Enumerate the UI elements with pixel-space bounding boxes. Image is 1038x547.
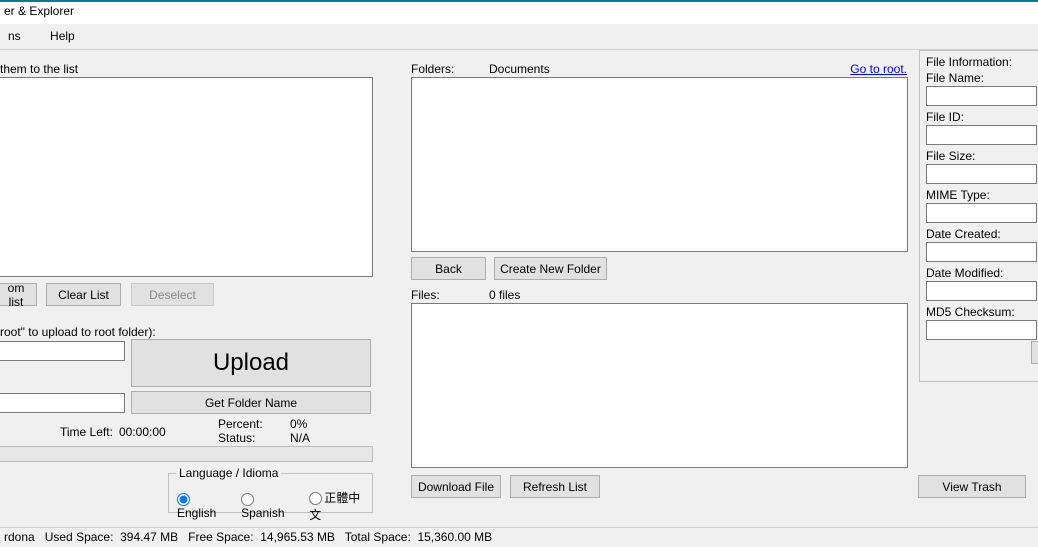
deselect-button[interactable]: Deselect (131, 283, 214, 306)
folders-path: Documents (489, 62, 550, 76)
time-left-value: 00:00:00 (119, 425, 166, 439)
time-left-label: Time Left: (60, 425, 113, 439)
upload-button[interactable]: Upload (131, 339, 371, 387)
md5-value[interactable] (926, 320, 1037, 340)
files-label: Files: (411, 288, 440, 302)
date-modified-label: Date Modified: (926, 266, 1038, 280)
download-file-button[interactable]: Download File (411, 475, 501, 498)
lang-spanish-radio[interactable]: Spanish (241, 492, 299, 520)
status-label: Status: (218, 431, 255, 445)
status-total-label: Total Space: (345, 530, 411, 544)
percent-value: 0% (290, 417, 307, 431)
unknown-right-button[interactable] (1031, 341, 1038, 364)
folders-list[interactable] (411, 77, 908, 252)
clear-list-button[interactable]: Clear List (46, 283, 121, 306)
status-used-label: Used Space: (45, 530, 114, 544)
mime-type-value[interactable] (926, 203, 1037, 223)
file-id-label: File ID: (926, 110, 1038, 124)
language-group-label: Language / Idioma (176, 466, 281, 480)
title-bar: er & Explorer (0, 2, 1038, 24)
file-name-label: File Name: (926, 71, 1038, 85)
folder-id-input[interactable] (0, 341, 125, 361)
file-id-value[interactable] (926, 125, 1037, 145)
status-free-label: Free Space: (188, 530, 253, 544)
folders-label: Folders: (411, 62, 454, 76)
date-created-value[interactable] (926, 242, 1037, 262)
percent-label: Percent: (218, 417, 263, 431)
status-value: N/A (290, 431, 310, 445)
go-to-root-link[interactable]: Go to root. (850, 62, 907, 76)
status-used-value: 394.47 MB (120, 530, 178, 544)
file-list[interactable] (0, 77, 373, 277)
md5-label: MD5 Checksum: (926, 305, 1038, 319)
get-folder-name-button[interactable]: Get Folder Name (131, 391, 371, 414)
status-free-value: 14,965.53 MB (260, 530, 335, 544)
file-info-header: File Information: (926, 55, 1038, 69)
drop-hint: them to the list (0, 62, 380, 76)
menu-bar: ns Help (0, 24, 1038, 50)
menu-item-help[interactable]: Help (42, 25, 83, 47)
status-total-value: 15,360.00 MB (417, 530, 492, 544)
back-button[interactable]: Back (411, 257, 486, 280)
upload-hint-label: root" to upload to root folder): (0, 325, 156, 339)
file-info-panel: File Information: File Name: File ID: Fi… (919, 50, 1038, 382)
files-count: 0 files (489, 288, 520, 302)
date-modified-value[interactable] (926, 281, 1037, 301)
file-size-value[interactable] (926, 164, 1037, 184)
status-author: rdona (4, 530, 35, 544)
file-size-label: File Size: (926, 149, 1038, 163)
date-created-label: Date Created: (926, 227, 1038, 241)
folder-name-output[interactable] (0, 393, 125, 413)
window-title: er & Explorer (4, 4, 74, 18)
mime-type-label: MIME Type: (926, 188, 1038, 202)
view-trash-button[interactable]: View Trash (918, 475, 1026, 498)
lang-zh-radio[interactable]: 正體中文 (309, 489, 372, 523)
file-name-value[interactable] (926, 86, 1037, 106)
upload-progress-bar (0, 446, 373, 462)
files-list[interactable] (411, 303, 908, 468)
remove-from-list-button[interactable]: om list (0, 283, 37, 306)
menu-item-1[interactable]: ns (0, 25, 29, 47)
create-new-folder-button[interactable]: Create New Folder (494, 257, 607, 280)
language-groupbox: Language / Idioma English Spanish 正體中文 (168, 473, 373, 513)
lang-english-radio[interactable]: English (177, 492, 231, 520)
status-bar: rdona Used Space: 394.47 MB Free Space: … (0, 527, 1038, 547)
refresh-list-button[interactable]: Refresh List (510, 475, 600, 498)
